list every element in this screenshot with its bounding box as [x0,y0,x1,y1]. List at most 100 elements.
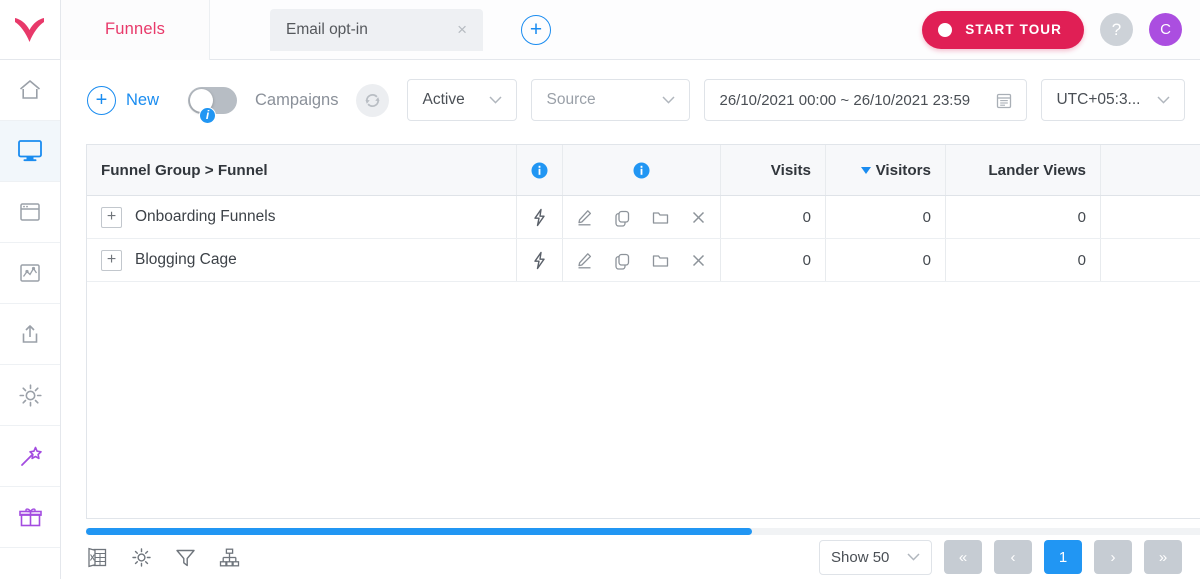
start-tour-button[interactable]: START TOUR [922,10,1084,49]
delete-icon[interactable] [689,208,708,227]
folder-icon[interactable] [651,208,670,227]
gift-icon [18,507,42,526]
page-button-1[interactable]: 1 [1044,540,1082,574]
expand-icon[interactable]: + [101,249,122,271]
funnels-page: Funnels Email opt-in × + START TOUR ? C … [0,0,1200,579]
column-header-info-2[interactable] [563,145,721,195]
filter-icon[interactable] [174,546,197,569]
column-header-lander-clicks[interactable]: Lan [1101,145,1200,195]
help-icon[interactable]: ? [1100,13,1133,46]
sidebar-item-automizer[interactable] [0,426,60,487]
delete-icon[interactable] [689,251,708,270]
row-bolt-cell[interactable] [517,239,563,281]
row-lander-clicks [1101,239,1200,281]
pagination-group: Show 50 « ‹ 1 › » [819,539,1200,575]
app-logo[interactable] [0,0,60,60]
next-page-button[interactable]: › [1094,540,1132,574]
chevron-down-icon [489,96,503,104]
excel-export-icon[interactable]: X [86,546,109,569]
info-icon [633,162,650,178]
lander-icon [20,203,40,221]
page-size-select[interactable]: Show 50 [819,539,932,575]
chevron-down-icon [662,96,676,104]
status-filter[interactable]: Active [407,79,518,121]
row-visitors: 0 [826,196,946,238]
row-bolt-cell[interactable] [517,196,563,238]
duplicate-icon[interactable] [613,251,632,270]
new-button[interactable]: + New [87,85,160,115]
refresh-button[interactable] [356,83,390,117]
start-tour-label: START TOUR [965,22,1062,37]
row-visitors: 0 [826,239,946,281]
table-body: + Onboarding Funnels 0 0 0 + Blogging Ca… [87,196,1200,518]
last-page-button[interactable]: » [1144,540,1182,574]
home-icon [19,80,41,99]
top-header: Funnels Email opt-in × + START TOUR ? C [61,0,1200,60]
edit-icon[interactable] [575,251,594,270]
row-lander-views: 0 [946,196,1101,238]
row-lander-clicks [1101,196,1200,238]
sidebar-item-upload[interactable] [0,304,60,365]
timezone-filter[interactable]: UTC+05:3... [1041,79,1186,121]
sidebar-item-campaigns[interactable] [0,121,60,182]
sidebar-item-settings[interactable] [0,365,60,426]
campaigns-toggle-wrap: i [188,86,238,124]
first-page-button[interactable]: « [944,540,982,574]
tab-email-opt-in[interactable]: Email opt-in × [270,8,483,51]
column-header-info-1[interactable] [517,145,563,195]
column-settings-icon[interactable] [130,546,153,569]
duplicate-icon[interactable] [613,208,632,227]
nav-funnels[interactable]: Funnels [61,0,210,60]
info-icon[interactable]: i [199,106,217,124]
plus-icon: + [87,85,116,115]
date-range-picker[interactable]: 26/10/2021 00:00 ~ 26/10/2021 23:59 [704,79,1028,121]
sidebar-item-home[interactable] [0,60,60,121]
campaigns-icon [18,140,42,162]
voluum-logo-icon [15,17,44,42]
calendar-icon [997,93,1012,108]
hierarchy-icon[interactable] [218,546,241,569]
chevron-down-icon [1157,96,1171,104]
settings-icon [18,383,42,407]
scrollbar-thumb[interactable] [86,528,752,535]
column-header-visitors[interactable]: Visitors [826,145,946,195]
row-visits: 0 [721,239,826,281]
lightning-icon [534,251,545,269]
table-grid: Funnel Group > Funnel Visits Visitors La… [87,145,1200,518]
sidebar-item-reports[interactable] [0,243,60,304]
magic-wand-icon [20,446,42,466]
add-tab-button[interactable]: + [521,14,551,45]
row-name-label: Onboarding Funnels [135,208,276,225]
row-name-cell: + Blogging Cage [87,239,517,281]
table-row[interactable]: + Onboarding Funnels 0 0 0 [87,196,1200,239]
source-placeholder: Source [546,91,596,108]
sidebar-item-rewards[interactable] [0,487,60,548]
edit-icon[interactable] [575,208,594,227]
info-icon [531,162,548,178]
column-header-visits[interactable]: Visits [721,145,826,195]
avatar[interactable]: C [1149,13,1182,46]
sidebar-item-landers[interactable] [0,182,60,243]
funnels-table: Funnel Group > Funnel Visits Visitors La… [86,144,1200,519]
close-icon[interactable]: × [457,21,467,38]
filter-toolbar: + New i Campaigns Active Source 26/10/20… [61,60,1200,140]
folder-icon[interactable] [651,251,670,270]
row-visits: 0 [721,196,826,238]
header-actions: START TOUR ? C [922,10,1200,49]
table-row[interactable]: + Blogging Cage 0 0 0 [87,239,1200,282]
column-header-visitors-label: Visitors [875,161,931,179]
source-filter[interactable]: Source [531,79,691,121]
new-label: New [126,90,160,109]
prev-page-button[interactable]: ‹ [994,540,1032,574]
horizontal-scrollbar[interactable] [86,528,1200,535]
reports-icon [20,264,40,282]
expand-icon[interactable]: + [101,206,122,228]
page-size-label: Show 50 [831,548,890,566]
column-header-lander-views[interactable]: Lander Views [946,145,1101,195]
bottom-toolbar: X Show 50 « ‹ 1 › » [61,535,1200,579]
row-lander-views: 0 [946,239,1101,281]
column-header-name[interactable]: Funnel Group > Funnel [87,145,517,195]
campaigns-label: Campaigns [255,90,339,109]
bottom-icon-group: X [61,546,241,569]
tab-label: Email opt-in [286,20,368,38]
